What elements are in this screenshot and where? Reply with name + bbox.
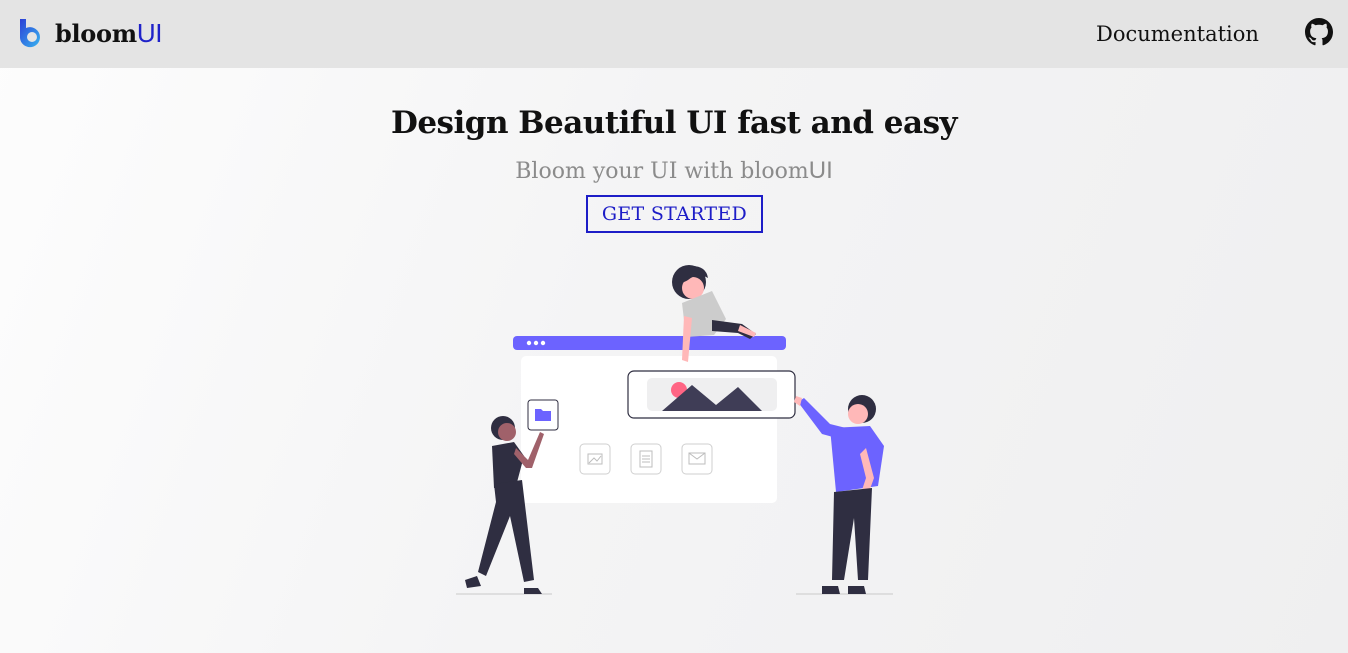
bloom-logo-icon	[20, 19, 40, 48]
documentation-link[interactable]: Documentation	[1096, 19, 1259, 49]
get-started-button[interactable]: GET STARTED	[586, 195, 763, 233]
hero-subtitle: Bloom your UI with bloomUI	[0, 155, 1348, 188]
github-icon[interactable]	[1305, 18, 1333, 46]
hero-subtitle-text: Bloom your UI with bloom	[515, 159, 809, 184]
hero-title: Design Beautiful UI fast and easy	[390, 105, 958, 141]
document-placeholder-icon	[630, 443, 662, 475]
folder-card-graphic	[527, 399, 559, 431]
brand-logo-link[interactable]: bloomUI	[17, 16, 163, 51]
mail-placeholder-icon	[681, 443, 713, 475]
hero-subtitle-ui: UI	[808, 157, 833, 184]
brand-name-ui: UI	[136, 17, 163, 48]
navbar: bloomUI Documentation	[0, 0, 1348, 68]
image-card-graphic	[627, 370, 796, 419]
image-placeholder-icon	[579, 443, 611, 475]
brand-name: bloomUI	[55, 16, 163, 51]
person-right-graphic	[794, 395, 884, 594]
people-building-ui-illustration	[456, 265, 893, 595]
brand-name-bloom: bloom	[55, 18, 137, 48]
